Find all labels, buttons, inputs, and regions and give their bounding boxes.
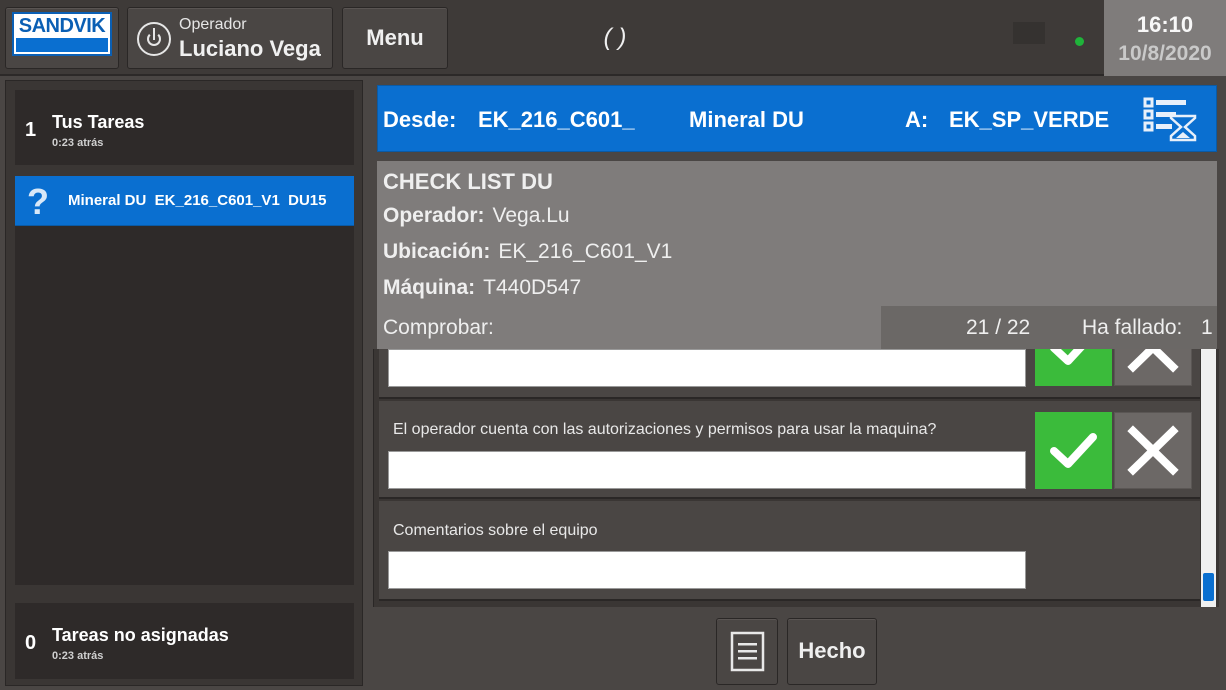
brand-name: SANDVIK xyxy=(18,15,106,37)
close-icon xyxy=(1127,425,1179,476)
approve-button[interactable] xyxy=(1035,412,1112,489)
unassigned-ago: 0:23 atrás xyxy=(52,650,104,662)
from-value: EK_216_C601_ xyxy=(478,107,635,132)
my-tasks-header[interactable]: 1 Tus Tareas 0:23 atrás xyxy=(15,90,354,165)
answer-input[interactable] xyxy=(388,451,1026,489)
operator-row: Operador: Vega.Lu xyxy=(383,204,570,228)
sandvik-logo: SANDVIK xyxy=(12,12,112,56)
to-value: EK_SP_VERDE xyxy=(949,107,1110,132)
sandvik-logo-button[interactable]: SANDVIK xyxy=(5,7,119,69)
signal-indicator xyxy=(1013,22,1045,44)
check-progress: 21 / 22 Ha fallado: 1 xyxy=(881,306,1217,349)
document-button[interactable] xyxy=(716,618,778,685)
clock: 16:10 10/8/2020 xyxy=(1104,0,1226,76)
machine-row: Máquina: T440D547 xyxy=(383,276,581,300)
checklist-items[interactable]: El operador cuenta con las autorizacione… xyxy=(373,349,1219,607)
machine-row-value: T440D547 xyxy=(483,276,582,299)
unassigned-tasks-header[interactable]: 0 Tareas no asignadas 0:23 atrás xyxy=(15,603,354,679)
location-row-label: Ubicación: xyxy=(383,240,491,263)
checklist-title: CHECK LIST DU xyxy=(383,169,553,194)
reject-button[interactable] xyxy=(1114,412,1192,489)
task-sidebar: 1 Tus Tareas 0:23 atrás ? Mineral DU EK_… xyxy=(5,80,363,686)
checklist-header: CHECK LIST DU Operador: Vega.Lu Ubicación… xyxy=(377,161,1217,349)
connection-status-icon xyxy=(1075,37,1084,46)
reject-button[interactable] xyxy=(1114,349,1192,386)
from-label: Desde: xyxy=(383,107,457,132)
approve-button[interactable] xyxy=(1035,349,1112,386)
location-row-value: EK_216_C601_V1 xyxy=(498,240,673,263)
logo-bar xyxy=(16,38,108,52)
failed-count: 1 xyxy=(1201,316,1213,339)
check-label: Comprobar: xyxy=(383,316,494,339)
item-question: El operador cuenta con las autorizacione… xyxy=(393,421,937,438)
task-list-hourglass-icon[interactable] xyxy=(1141,94,1197,144)
to-label: A: xyxy=(905,107,929,132)
checklist-item xyxy=(379,349,1200,399)
menu-button[interactable]: Menu xyxy=(342,7,448,69)
top-bar: SANDVIK Operador Luciano Vega Menu ( ) 1… xyxy=(0,0,1226,76)
check-icon xyxy=(1050,433,1097,468)
question-icon: ? xyxy=(27,181,49,222)
task-list: ? Mineral DU EK_216_C601_V1 DU15 xyxy=(15,176,354,585)
comments-input[interactable] xyxy=(388,551,1026,589)
failed-label: Ha fallado: xyxy=(1082,316,1183,339)
close-icon xyxy=(1127,349,1179,373)
checklist-item: Comentarios sobre el equipo xyxy=(379,501,1200,601)
scrollbar[interactable] xyxy=(1201,349,1216,607)
power-icon xyxy=(137,22,171,56)
material-label: Mineral DU xyxy=(689,107,804,132)
document-icon xyxy=(730,631,765,672)
item-question: Comentarios sobre el equipo xyxy=(393,522,598,539)
checklist-item: El operador cuenta con las autorizacione… xyxy=(379,401,1200,499)
route-bar: Desde: EK_216_C601_ Mineral DU A: EK_SP_… xyxy=(377,85,1217,152)
scrollbar-thumb[interactable] xyxy=(1203,573,1214,601)
operator-label: Operador xyxy=(179,16,247,33)
unassigned-title: Tareas no asignadas xyxy=(52,625,229,645)
operator-button[interactable]: Operador Luciano Vega xyxy=(127,7,333,69)
done-button[interactable]: Hecho xyxy=(787,618,877,685)
unassigned-count: 0 xyxy=(25,632,37,654)
list-item[interactable]: ? Mineral DU EK_216_C601_V1 DU15 xyxy=(15,176,354,226)
my-tasks-title: Tus Tareas xyxy=(52,112,145,132)
operator-name: Luciano Vega xyxy=(179,36,321,61)
clock-time: 16:10 xyxy=(1136,12,1194,37)
progress-count: 21 / 22 xyxy=(966,316,1031,339)
operator-row-value: Vega.Lu xyxy=(492,204,570,227)
clock-date: 10/8/2020 xyxy=(1118,42,1212,65)
task-item-label: Mineral DU EK_216_C601_V1 DU15 xyxy=(68,192,327,209)
check-icon xyxy=(1050,349,1085,365)
my-tasks-ago: 0:23 atrás xyxy=(52,137,104,149)
operator-row-label: Operador: xyxy=(383,204,485,227)
status-text: ( ) xyxy=(603,24,627,51)
my-tasks-count: 1 xyxy=(25,119,37,141)
location-row: Ubicación: EK_216_C601_V1 xyxy=(383,240,672,264)
answer-input[interactable] xyxy=(388,349,1026,387)
machine-row-label: Máquina: xyxy=(383,276,476,299)
